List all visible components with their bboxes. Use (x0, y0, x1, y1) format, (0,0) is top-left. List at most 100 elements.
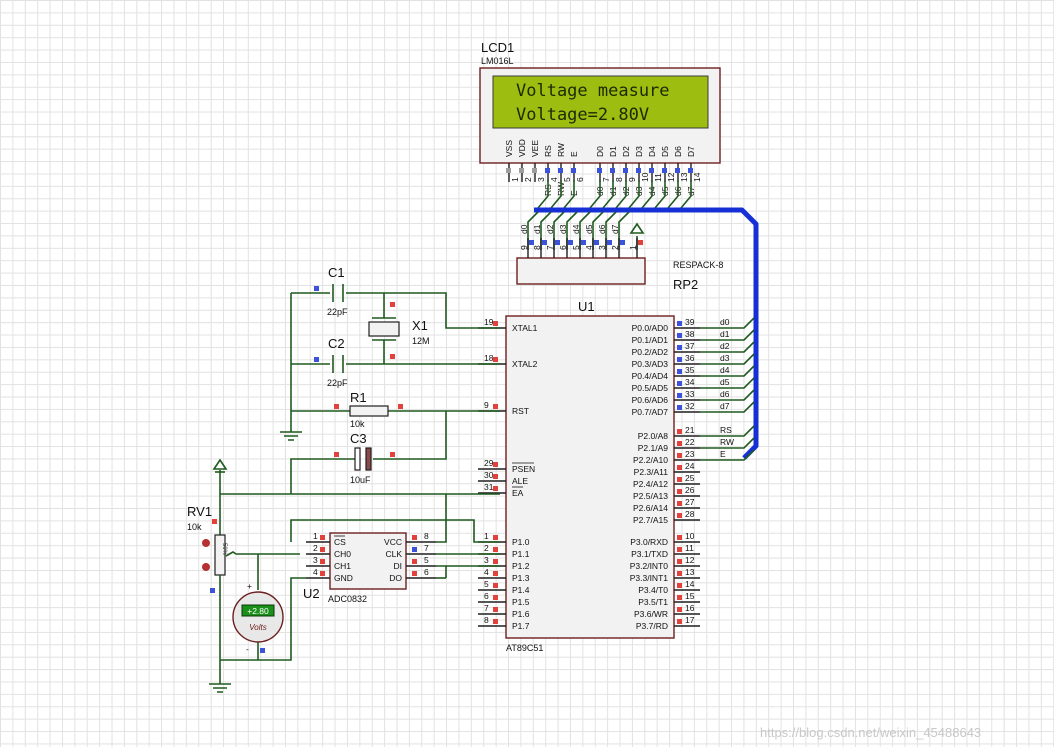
u2-pin-name: GND (334, 573, 353, 583)
u1-pin-name: PSEN (512, 464, 535, 474)
u1-pin-number: 13 (685, 567, 695, 577)
u1-pin-name: P2.5/A13 (633, 491, 668, 501)
u1-microcontroller[interactable]: U1 AT89C51 19XTAL118XTAL29RST29PSEN30ALE… (478, 299, 734, 653)
c3-value: 10uF (350, 475, 371, 485)
voltmeter-minus: - (246, 644, 249, 654)
rp2-pin[interactable]: 2 d7 (610, 224, 625, 258)
u1-pin-name: P2.0/A8 (638, 431, 669, 441)
rv1-percent: 50% (221, 543, 227, 556)
u1-pin-number: 30 (484, 470, 494, 480)
u1-pin-number: 17 (685, 615, 695, 625)
u2-pin-number: 1 (313, 531, 318, 541)
u1-pin-name: P2.3/A11 (634, 467, 669, 477)
lcd-pin-name: D0 (595, 146, 605, 157)
rv1-increase-button[interactable] (202, 539, 210, 547)
u2-pin-name: CH0 (334, 549, 351, 559)
capacitor-c3[interactable]: C3 10uF (334, 431, 395, 485)
rv1-decrease-button[interactable] (202, 563, 210, 571)
rp2-pin-number: 7 (545, 245, 555, 250)
u1-model: AT89C51 (506, 643, 543, 653)
u2-right-pins: VCC 8 CLK 7 DI 5 DO 6 (384, 531, 436, 583)
u1-net-label: d2 (720, 341, 730, 351)
u1-pin-name: P0.4/AD4 (632, 371, 669, 381)
u1-pin-number: 3 (484, 555, 489, 565)
u1-pin-number: 31 (484, 482, 494, 492)
u1-pin-number: 7 (484, 603, 489, 613)
voltmeter[interactable]: +2.80 Volts + - (232, 554, 284, 660)
clock-reset-wiring (220, 292, 500, 543)
schematic-canvas[interactable]: LCD1 LM016L Voltage measure Voltage=2.80… (0, 0, 1054, 747)
r1-value: 10k (350, 419, 365, 429)
resistor-r1[interactable]: R1 10k (334, 390, 403, 429)
u2-pin-number: 2 (313, 543, 318, 553)
u1-net-label: d7 (720, 401, 730, 411)
u1-pin-name: P1.1 (512, 549, 530, 559)
rp2-net-label: d5 (584, 224, 594, 234)
u1-pin-name: P2.1/A9 (638, 443, 669, 453)
u1-net-label: d5 (720, 377, 730, 387)
lcd-pin-number: 14 (692, 172, 702, 182)
u1-pin-name: P1.4 (512, 585, 530, 595)
u2-pin-number: 5 (424, 555, 429, 565)
u2-pin-number: 3 (313, 555, 318, 565)
u1-pin-name: P2.4/A12 (633, 479, 668, 489)
capacitor-c1[interactable]: C1 22pF (314, 265, 348, 317)
u1-net-label: RW (720, 437, 734, 447)
lcd-pin-name: RS (543, 145, 553, 157)
rp2-pin-number: 3 (597, 245, 607, 250)
c2-ref: C2 (328, 336, 345, 351)
u1-pin-name: P2.6/A14 (633, 503, 668, 513)
u1-pin-name: P0.2/AD2 (632, 347, 669, 357)
voltmeter-plus: + (247, 581, 252, 591)
rp2-net-label: d0 (519, 224, 529, 234)
u1-pin-number: 9 (484, 400, 489, 410)
u1-ref: U1 (578, 299, 595, 314)
u1-pin-name: P1.6 (512, 609, 530, 619)
rp2-pin[interactable]: 1 (628, 238, 643, 258)
u1-pin-number: 16 (685, 603, 695, 613)
c3-ref: C3 (350, 431, 367, 446)
lcd-pin-name: VDD (517, 139, 527, 157)
x1-ref: X1 (412, 318, 428, 333)
u1-pin-name: EA (512, 488, 524, 498)
u1-pin-name: P3.0/RXD (630, 537, 668, 547)
u1-pin-name: P0.3/AD3 (632, 359, 669, 369)
lcd-module[interactable]: LCD1 LM016L Voltage measure Voltage=2.80… (479, 40, 721, 196)
u2-adc[interactable]: U2 ADC0832 1 CS 2 CH0 3 CH1 4 GND VCC 8 CLK 7 DI 5 DO… (303, 531, 436, 604)
u1-pin-name: P0.7/AD7 (632, 407, 669, 417)
watermark: https://blog.csdn.net/weixin_45488643 (760, 725, 981, 740)
u1-pin-number: 25 (685, 473, 695, 483)
u2-pin-name: DO (389, 573, 402, 583)
capacitor-c2[interactable]: C2 22pF (314, 336, 348, 388)
u1-net-label: RS (720, 425, 732, 435)
u1-pin-name: P3.7/RD (636, 621, 668, 631)
u1-pin-number: 5 (484, 579, 489, 589)
lcd-pin-number: 12 (666, 172, 676, 182)
rp2-resistor-pack[interactable]: RESPACK-8 RP2 9 d0 8 d1 7 d2 6 d3 5 d4 4 d5 3 d6 2 d7 1 (516, 224, 723, 292)
u2-pin-name: CLK (385, 549, 402, 559)
lcd-pin-name: RW (556, 143, 566, 157)
lcd-pin-name: VEE (530, 140, 540, 157)
rp2-pin-number: 2 (610, 245, 620, 250)
u1-pin-number: 10 (685, 531, 695, 541)
u1-pin-name: P1.0 (512, 537, 530, 547)
u1-pin-number: 39 (685, 317, 695, 327)
u1-pin-number: 33 (685, 389, 695, 399)
rp2-pin-number: 1 (628, 245, 638, 250)
crystal-x1[interactable]: X1 12M (368, 302, 430, 359)
u1-net-label: d6 (720, 389, 730, 399)
rp2-pin-number: 6 (558, 245, 568, 250)
u2-pin-number: 7 (424, 543, 429, 553)
u1-pin-name: P2.7/A15 (633, 515, 668, 525)
lcd-line-1: Voltage measure (516, 81, 670, 101)
u1-pin-number: 24 (685, 461, 695, 471)
u1-pin-number: 14 (685, 579, 695, 589)
lcd-pin-number: 8 (614, 177, 624, 182)
u1-pin-name: P0.5/AD5 (632, 383, 669, 393)
lcd-pin-group: VSS 1 VDD 2 VEE 3 RS 4 RW 5 E 6 D0 7 D1 8 D2 9 D3 10 D4 11 D5 1… (504, 139, 702, 196)
lcd-pin-number: 5 (562, 177, 572, 182)
u1-pin-name: P2.2/A10 (633, 455, 668, 465)
lcd-pin-name: D4 (647, 146, 657, 157)
u1-pin-name: P3.3/INT1 (630, 573, 669, 583)
lcd-pin-number: 11 (653, 173, 663, 182)
